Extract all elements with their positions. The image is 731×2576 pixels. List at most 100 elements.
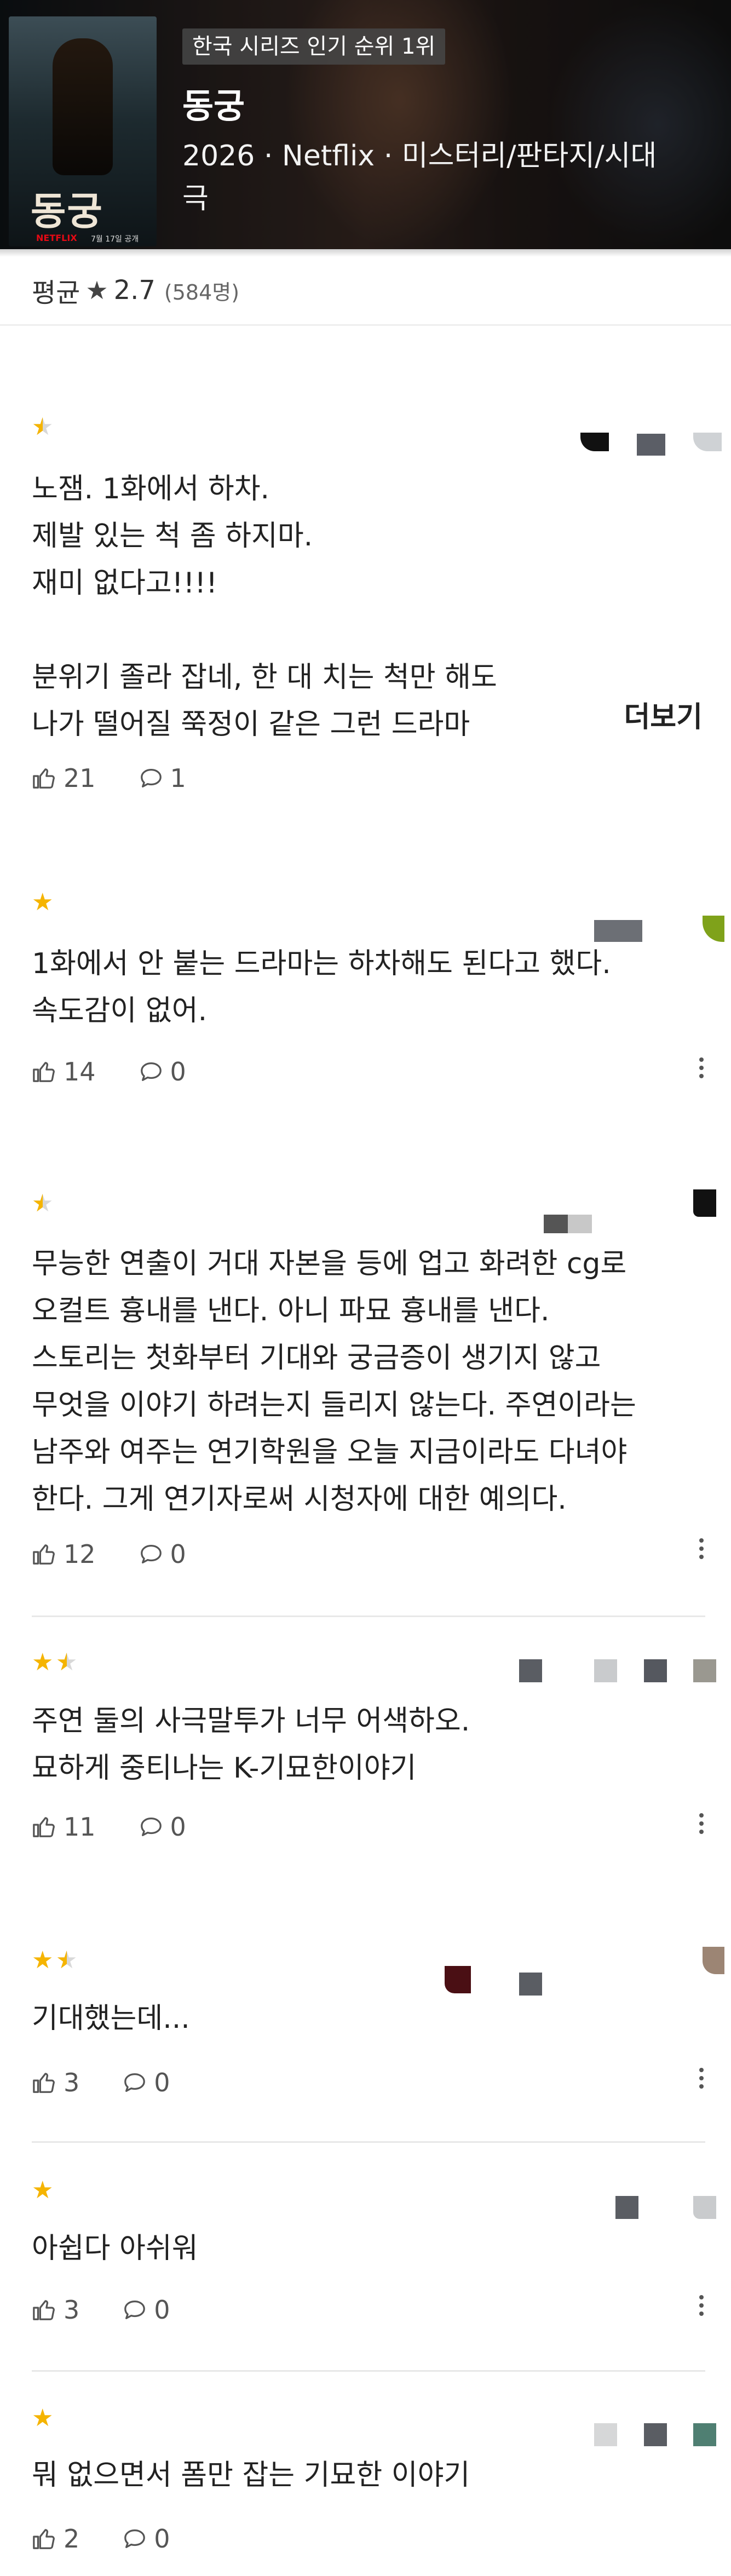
comment-count: 0 xyxy=(170,1539,186,1569)
like-count: 2 xyxy=(64,2524,80,2554)
more-button[interactable]: 더보기 xyxy=(624,694,703,741)
more-options-button[interactable] xyxy=(696,1807,707,1840)
divider xyxy=(0,324,731,326)
rating-stars xyxy=(32,1946,78,1978)
review-text: 기대했는데... xyxy=(32,2002,190,2035)
review-text: 노잼. 1화에서 하차. 제발 있는 척 좀 하지마. 재미 없다고!!!! 분… xyxy=(32,473,497,741)
comment-icon xyxy=(124,2301,146,2319)
show-header: 동궁 NETFLIX 7월 17일 공개 한국 시리즈 인기 순위 1위 동궁 … xyxy=(0,0,731,249)
thumbs-up-icon xyxy=(33,1817,55,1837)
review-stats: 3 0 xyxy=(32,2293,213,2326)
avatar[interactable] xyxy=(703,1947,724,1974)
avatar[interactable] xyxy=(644,2423,667,2446)
avatar[interactable] xyxy=(580,433,609,451)
average-rating: 평균 ★ 2.7 (584명) xyxy=(32,268,239,312)
like-button[interactable]: 3 xyxy=(32,2068,79,2097)
avatar[interactable] xyxy=(544,1215,592,1233)
avatar[interactable] xyxy=(615,2196,638,2219)
rating-count: (584명) xyxy=(164,280,240,304)
poster-release-date: 7월 17일 공개 xyxy=(91,235,139,244)
comment-button[interactable]: 0 xyxy=(139,1812,186,1842)
poster-figure xyxy=(53,38,113,175)
avatar[interactable] xyxy=(594,1659,617,1682)
thumbs-up-icon xyxy=(33,1062,55,1082)
comment-button[interactable]: 0 xyxy=(122,2524,170,2554)
half-star-icon xyxy=(56,1648,78,1676)
review-stats: 21 1 xyxy=(32,762,229,795)
avatar[interactable] xyxy=(519,1973,542,1996)
more-options-button[interactable] xyxy=(696,1051,707,1084)
avatar[interactable] xyxy=(644,1659,667,1682)
netflix-logo: NETFLIX xyxy=(36,233,77,243)
like-button[interactable]: 12 xyxy=(32,1539,96,1569)
avatar[interactable] xyxy=(594,2423,617,2446)
comment-button[interactable]: 0 xyxy=(122,2295,170,2325)
comment-button[interactable]: 1 xyxy=(139,763,186,793)
thumbs-up-icon xyxy=(33,2073,55,2093)
average-value: 2.7 xyxy=(113,275,156,306)
comment-count: 1 xyxy=(170,763,186,793)
like-button[interactable]: 3 xyxy=(32,2295,79,2325)
avatar[interactable] xyxy=(693,1189,716,1217)
thumbs-up-icon xyxy=(33,2529,55,2549)
review-stats: 11 0 xyxy=(32,1810,229,1843)
avatar[interactable] xyxy=(703,916,724,942)
more-options-button[interactable] xyxy=(696,2289,707,2322)
comment-icon xyxy=(140,1545,162,1563)
comment-icon xyxy=(124,2529,146,2548)
divider xyxy=(32,1615,705,1617)
review-stats: 12 0 xyxy=(32,1538,229,1571)
rating-stars xyxy=(32,2404,54,2436)
star-icon: ★ xyxy=(85,275,108,305)
avatar[interactable] xyxy=(637,434,665,456)
comment-button[interactable]: 0 xyxy=(139,1057,186,1086)
thumbs-up-icon xyxy=(33,768,55,789)
thumbs-up-icon xyxy=(33,1544,55,1565)
more-options-button[interactable] xyxy=(696,2062,707,2095)
rating-stars xyxy=(32,888,54,920)
poster-image[interactable]: 동궁 NETFLIX 7월 17일 공개 xyxy=(9,16,157,246)
avatar[interactable] xyxy=(693,2196,716,2219)
avatar[interactable] xyxy=(594,920,642,942)
comment-count: 0 xyxy=(154,2068,170,2097)
star-icon xyxy=(32,1946,54,1974)
rating-stars xyxy=(32,1648,78,1680)
avatar[interactable] xyxy=(519,1659,542,1682)
review-stats: 2 0 xyxy=(32,2522,213,2555)
avatar[interactable] xyxy=(693,433,722,451)
avatar[interactable] xyxy=(693,2423,716,2446)
avatar[interactable] xyxy=(445,1966,471,1993)
rating-stars xyxy=(32,1189,54,1221)
rating-stars xyxy=(32,413,54,445)
review-stats: 14 0 xyxy=(32,1055,229,1088)
like-button[interactable]: 14 xyxy=(32,1057,96,1086)
star-icon xyxy=(32,2404,54,2432)
rating-stars xyxy=(32,2176,54,2208)
comment-icon xyxy=(140,1818,162,1836)
comment-button[interactable]: 0 xyxy=(139,1539,186,1569)
poster-title: 동궁 xyxy=(31,189,103,234)
avatar[interactable] xyxy=(693,1659,716,1682)
half-star-icon xyxy=(56,1946,78,1974)
show-title: 동궁 xyxy=(182,86,245,126)
more-options-button[interactable] xyxy=(696,1532,707,1565)
comment-count: 0 xyxy=(170,1057,186,1086)
like-button[interactable]: 2 xyxy=(32,2524,79,2554)
review-text: 아쉽다 아쉬워 xyxy=(32,2232,198,2265)
like-button[interactable]: 11 xyxy=(32,1812,96,1842)
like-count: 3 xyxy=(64,2295,80,2325)
review-text: 무능한 연출이 거대 자본을 등에 업고 화려한 cg로 오컬트 흉내를 낸다.… xyxy=(32,1247,636,1516)
half-star-icon xyxy=(32,1189,54,1217)
star-icon xyxy=(32,1648,54,1676)
show-meta: 2026 · Netflix · 미스터리/판타지/시대극 xyxy=(182,140,657,215)
thumbs-up-icon xyxy=(33,2300,55,2320)
like-count: 3 xyxy=(64,2068,80,2097)
comment-button[interactable]: 0 xyxy=(122,2068,170,2097)
divider xyxy=(32,2370,705,2372)
half-star-icon xyxy=(32,413,54,441)
review-text: 뭐 없으면서 폼만 잡는 기묘한 이야기 xyxy=(32,2459,470,2492)
like-button[interactable]: 21 xyxy=(32,763,96,793)
average-label: 평균 xyxy=(32,278,80,308)
review-text: 1화에서 안 붙는 드라마는 하차해도 된다고 했다. 속도감이 없어. xyxy=(32,947,611,1027)
like-count: 12 xyxy=(64,1539,96,1569)
